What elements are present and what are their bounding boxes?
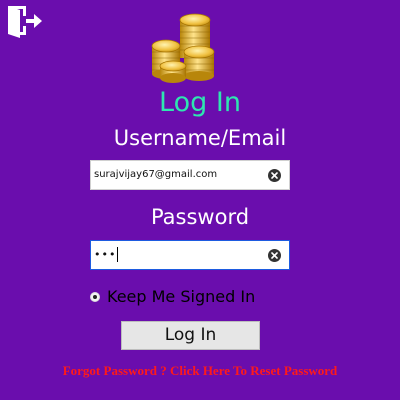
clear-username-icon[interactable] (268, 169, 281, 182)
login-button[interactable]: Log In (121, 321, 260, 350)
password-label: Password (150, 205, 250, 229)
keep-signed-in-option[interactable]: Keep Me Signed In (90, 286, 255, 308)
gold-coins-icon (146, 8, 224, 84)
password-field[interactable]: ••• (90, 240, 290, 270)
clear-password-icon[interactable] (268, 249, 281, 262)
username-value: surajvijay67@gmail.com (94, 169, 218, 180)
username-field[interactable]: surajvijay67@gmail.com (90, 160, 290, 190)
exit-door-icon[interactable] (6, 4, 44, 40)
page-title: Log In (159, 87, 241, 118)
forgot-password-link[interactable]: Forgot Password ? Click Here To Reset Pa… (0, 361, 400, 381)
text-caret (117, 246, 119, 262)
keep-signed-in-label: Keep Me Signed In (107, 287, 256, 306)
password-value: ••• (94, 246, 119, 262)
keep-signed-in-radio[interactable] (90, 292, 100, 302)
username-label: Username/Email (113, 126, 287, 150)
